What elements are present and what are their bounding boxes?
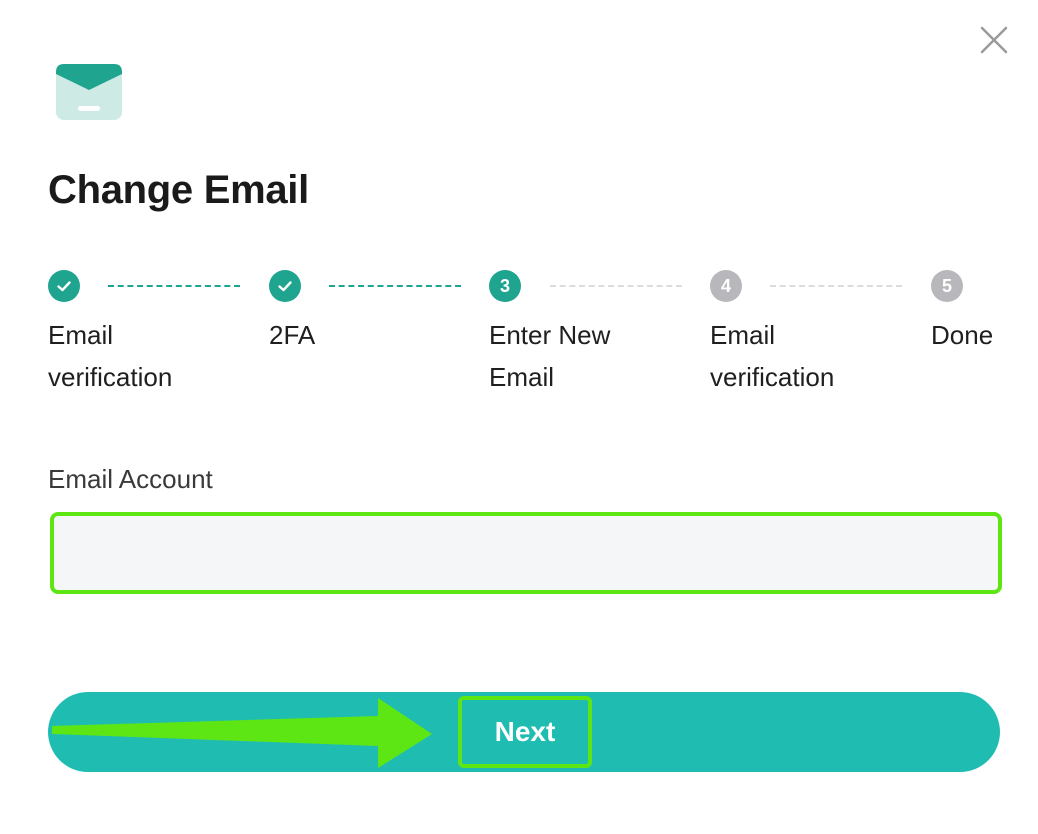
step-number: 3 xyxy=(489,270,521,302)
step-number: 4 xyxy=(710,270,742,302)
step-connector xyxy=(108,285,240,287)
step-label: 2FA xyxy=(269,320,316,350)
step-connector xyxy=(550,285,682,287)
progress-stepper: Email verification 2FA 3 Enter New Email… xyxy=(48,270,1008,400)
check-icon xyxy=(269,270,301,302)
step-label: Email verification xyxy=(710,320,835,392)
email-account-label: Email Account xyxy=(48,464,213,494)
step-number: 5 xyxy=(931,270,963,302)
step-label: Done xyxy=(931,320,994,350)
step-label: Enter New Email xyxy=(489,320,611,392)
close-icon xyxy=(980,26,1008,54)
step-label: Email verification xyxy=(48,320,173,392)
next-button[interactable] xyxy=(48,692,1000,772)
close-button[interactable] xyxy=(974,20,1014,60)
page-title: Change Email xyxy=(48,168,309,212)
check-icon xyxy=(48,270,80,302)
envelope-icon xyxy=(56,64,122,120)
step-connector xyxy=(770,285,902,287)
email-input[interactable] xyxy=(50,512,1002,594)
step-connector xyxy=(329,285,461,287)
